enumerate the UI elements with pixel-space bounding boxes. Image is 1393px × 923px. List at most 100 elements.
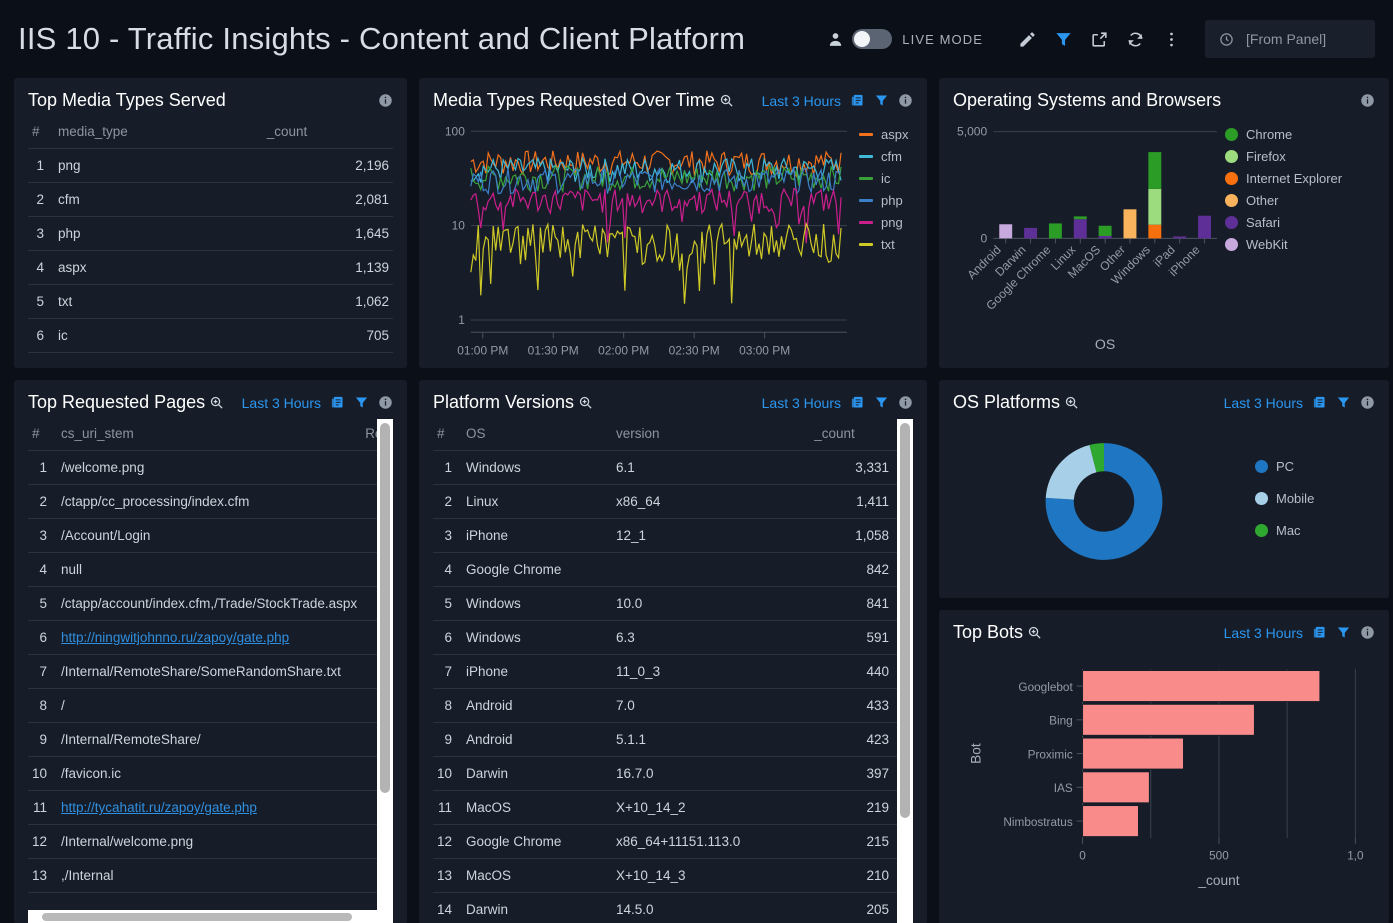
table-row[interactable]: 11 http://tycahatit.ru/zapoy/gate.php [28,790,393,825]
legend-item[interactable]: Chrome [1225,127,1375,142]
table-row[interactable]: 4 null [28,552,393,587]
share-icon[interactable] [1081,22,1117,56]
cell-index: 6 [28,620,58,655]
table-row[interactable]: 8 Android 7.0 433 [433,688,913,723]
table-row[interactable]: 12/Internal/welcome.png [28,824,393,859]
os-browsers-chart[interactable]: 5,000 0 Android Darwin Google Chrome Linux Mac… [953,117,1225,368]
legend-item[interactable]: aspx [859,127,913,142]
table-row[interactable]: 14 Darwin 14.5.0 205 [433,892,913,923]
panel-top-pages: Top Requested Pages Last 3 Hours # cs_ur… [14,380,407,923]
table-row[interactable]: 13 MacOS X+10_14_3 210 [433,858,913,893]
table-row[interactable]: 6 ic 705 [28,318,393,353]
legend-label: ic [881,171,891,186]
table-row[interactable]: 11 MacOS X+10_14_2 219 [433,790,913,825]
filter-icon[interactable] [354,395,369,410]
legend-item[interactable]: ic [859,171,913,186]
legend-item[interactable]: PC [1255,459,1375,474]
table-row[interactable]: 6 http://ningwitjohnno.ru/zapoy/gate.php [28,620,393,655]
top-bots-chart[interactable]: 0 500 1,0 Googlebot Bing Proximic IAS Nimbostra… [953,649,1375,914]
table-row[interactable]: 6 Windows 6.3 591 [433,620,913,655]
table-row[interactable]: 5 Windows 10.0 841 [433,586,913,621]
table-row[interactable]: 3 iPhone 12_1 1,058 [433,518,913,553]
table-row[interactable]: 3/Account/Login [28,518,393,553]
uri-link[interactable]: http://ningwitjohnno.ru/zapoy/gate.php [61,630,289,645]
table-row[interactable]: 9 Android 5.1.1 423 [433,722,913,757]
filter-icon[interactable] [874,93,889,108]
cell-uri-stem: /Account/Login [57,518,362,553]
search-zoom-icon[interactable] [1064,395,1079,410]
legend-item[interactable]: Safari [1225,215,1375,230]
info-icon[interactable] [1360,395,1375,410]
data-source-icon[interactable] [850,93,865,108]
table-row[interactable]: 2 Linux x86_64 1,411 [433,484,913,519]
table-row[interactable]: 4 aspx 1,139 [28,250,393,285]
more-vertical-icon[interactable] [1153,22,1189,56]
live-mode-toggle[interactable] [852,29,893,49]
info-icon[interactable] [1360,93,1375,108]
table-row[interactable]: 8/ [28,688,393,723]
uri-link[interactable]: http://tycahatit.ru/zapoy/gate.php [61,800,257,815]
table-row[interactable]: 4 Google Chrome 842 [433,552,913,587]
info-icon[interactable] [378,395,393,410]
table-row[interactable]: 7/Internal/RemoteShare/SomeRandomShare.t… [28,654,393,689]
top-pages-scroll-area[interactable]: # cs_uri_stem Req 1/welcome.png2/ctapp/c… [28,419,393,923]
table-row[interactable]: 10 Darwin 16.7.0 397 [433,756,913,791]
legend-item[interactable]: Other [1225,193,1375,208]
table-row[interactable]: 13 ,/Internal [28,858,393,893]
filter-icon[interactable] [1336,625,1351,640]
time-range-link[interactable]: Last 3 Hours [1224,395,1303,411]
info-icon[interactable] [898,93,913,108]
table-row[interactable]: 12 Google Chrome x86_64+11151.113.0 215 [433,824,913,859]
table-row[interactable]: 9/Internal/RemoteShare/ [28,722,393,757]
table-row[interactable]: 1 Windows 6.1 3,331 [433,450,913,485]
legend-item[interactable]: cfm [859,149,913,164]
data-source-icon[interactable] [1312,395,1327,410]
os-platforms-chart[interactable] [953,426,1255,582]
filter-icon[interactable] [1336,395,1351,410]
legend-item[interactable]: WebKit [1225,237,1375,252]
platform-versions-scroll-area[interactable]: # OS version _count 1 Windows 6.1 3,331 2 Lin… [433,419,913,923]
legend-item[interactable]: Mac [1255,523,1375,538]
vertical-scrollbar[interactable] [377,419,393,923]
table-row[interactable]: 5 txt 1,062 [28,284,393,319]
legend-item[interactable]: Mobile [1255,491,1375,506]
data-source-icon[interactable] [1312,625,1327,640]
search-zoom-icon[interactable] [209,395,224,410]
time-range-picker[interactable]: [From Panel] [1205,20,1375,58]
search-zoom-icon[interactable] [1027,625,1042,640]
filter-icon[interactable] [874,395,889,410]
table-row[interactable]: 2 cfm 2,081 [28,182,393,217]
legend-item[interactable]: Firefox [1225,149,1375,164]
time-range-link[interactable]: Last 3 Hours [762,395,841,411]
legend-item[interactable]: Internet Explorer [1225,171,1375,186]
legend-item[interactable]: png [859,215,913,230]
table-row[interactable]: 3 php 1,645 [28,216,393,251]
horizontal-scrollbar[interactable] [28,910,377,923]
table-row[interactable]: 7 iPhone 11_0_3 440 [433,654,913,689]
info-icon[interactable] [898,395,913,410]
timeseries-chart[interactable]: 1 10 100 01:00 PM 01:30 PM 02:00 PM 02:30 PM 03… [433,117,851,368]
cell-uri-stem[interactable]: http://tycahatit.ru/zapoy/gate.php [57,790,362,825]
data-source-icon[interactable] [850,395,865,410]
vertical-scrollbar[interactable] [897,419,913,923]
time-range-link[interactable]: Last 3 Hours [1224,625,1303,641]
cell-uri-stem[interactable]: http://ningwitjohnno.ru/zapoy/gate.php [57,620,362,655]
search-zoom-icon[interactable] [578,395,593,410]
info-icon[interactable] [1360,625,1375,640]
table-row[interactable]: 5/ctapp/account/index.cfm,/Trade/StockTr… [28,586,393,621]
filter-icon[interactable] [1045,22,1081,56]
time-range-link[interactable]: Last 3 Hours [762,93,841,109]
info-icon[interactable] [378,93,393,108]
legend-item[interactable]: txt [859,237,913,252]
time-range-link[interactable]: Last 3 Hours [242,395,321,411]
table-row[interactable]: 1/welcome.png [28,450,393,485]
table-row[interactable]: 1 png 2,196 [28,148,393,183]
legend-label: Mac [1276,523,1301,538]
data-source-icon[interactable] [330,395,345,410]
pencil-icon[interactable] [1009,22,1045,56]
refresh-icon[interactable] [1117,22,1153,56]
search-zoom-icon[interactable] [719,93,734,108]
table-row[interactable]: 2/ctapp/cc_processing/index.cfm [28,484,393,519]
table-row[interactable]: 10/favicon.ic [28,756,393,791]
legend-item[interactable]: php [859,193,913,208]
